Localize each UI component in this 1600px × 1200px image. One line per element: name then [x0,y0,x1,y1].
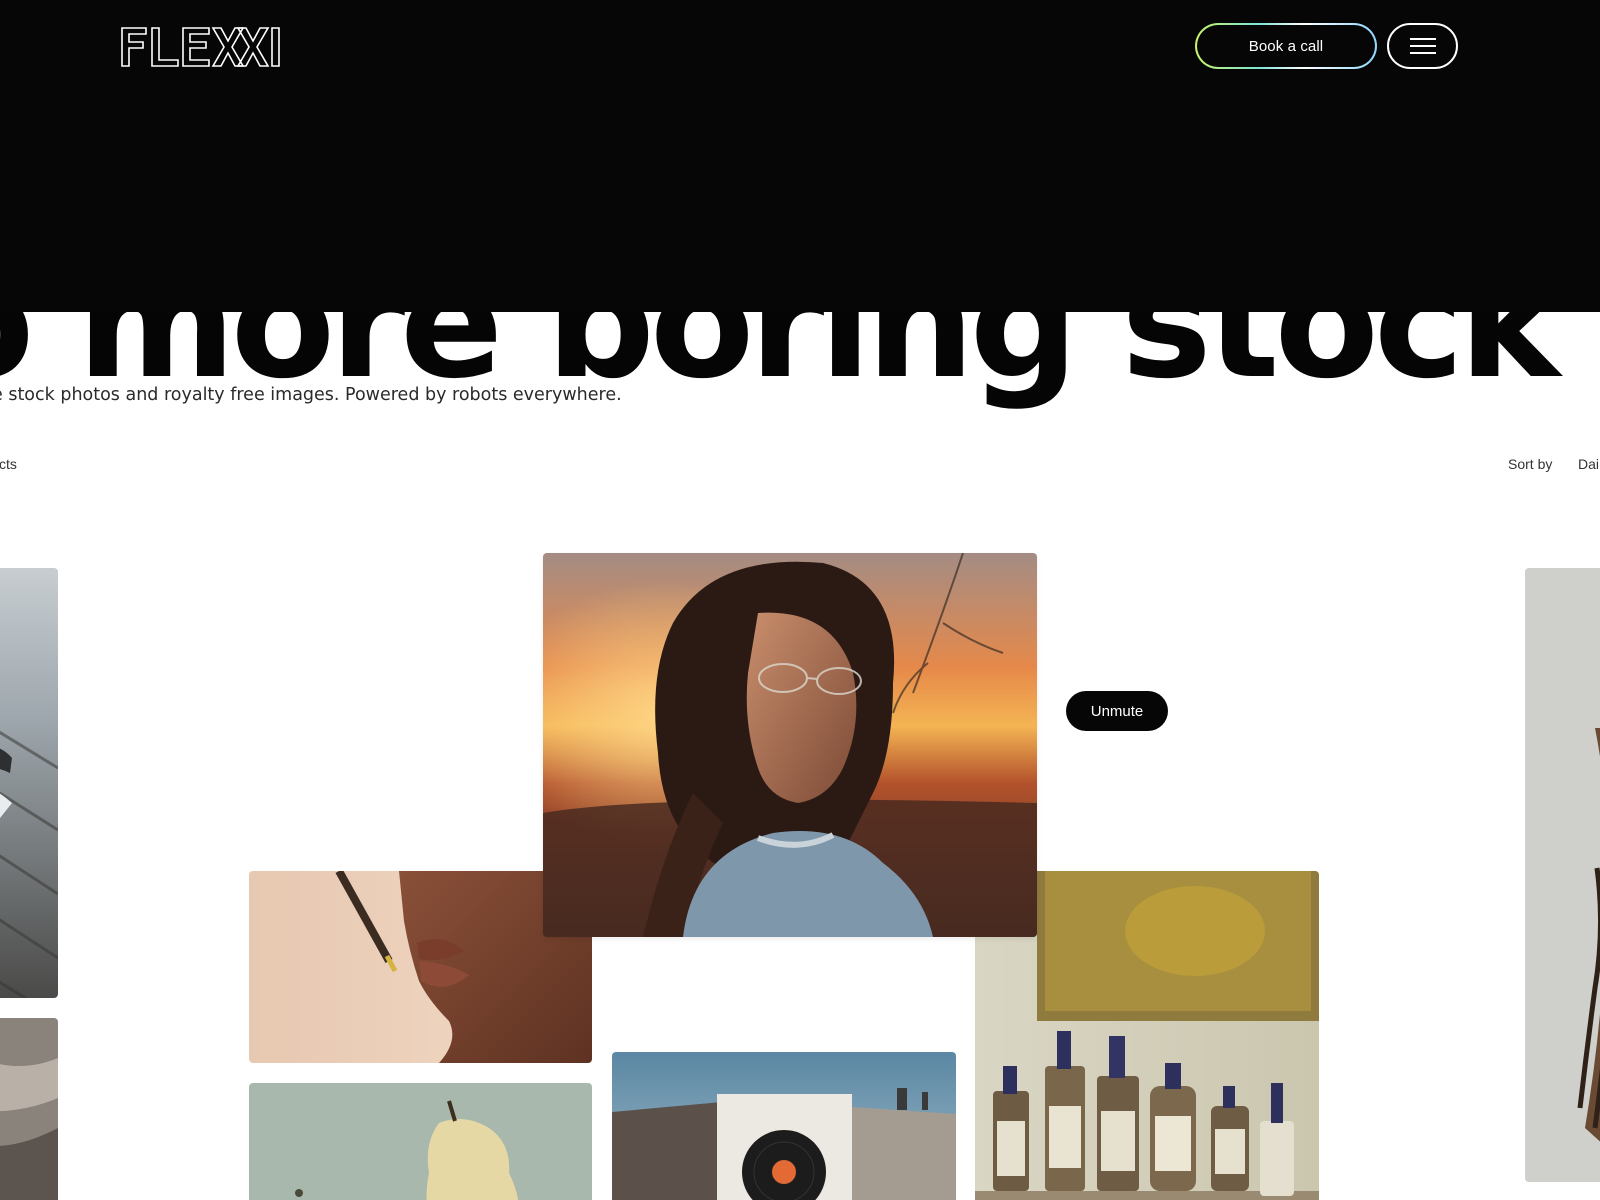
gallery-image-lips-serum[interactable] [249,871,592,1063]
flexxi-logo[interactable] [120,22,284,72]
site-header: Book a call [0,0,1600,312]
gallery-image-deck[interactable] [0,568,58,998]
book-a-call-label: Book a call [1197,25,1375,67]
category-filter[interactable]: cts [0,456,17,472]
gallery-image-hair[interactable] [0,1018,58,1200]
unmute-button[interactable]: Unmute [1066,691,1168,731]
page: o more boring stock Book a call e stock … [0,0,1600,1200]
gallery-image-vinyl-record[interactable] [612,1052,956,1200]
gallery-image-braids-portrait[interactable] [1525,568,1600,1182]
menu-button[interactable] [1387,23,1458,69]
hamburger-menu-icon [1409,38,1436,54]
gallery-video-sunset-portrait[interactable] [543,553,1037,937]
sort-by-select[interactable]: Dai [1578,456,1599,472]
gallery-image-pear[interactable] [249,1083,592,1200]
book-a-call-button[interactable]: Book a call [1195,23,1377,69]
sort-by-label: Sort by [1508,456,1553,472]
